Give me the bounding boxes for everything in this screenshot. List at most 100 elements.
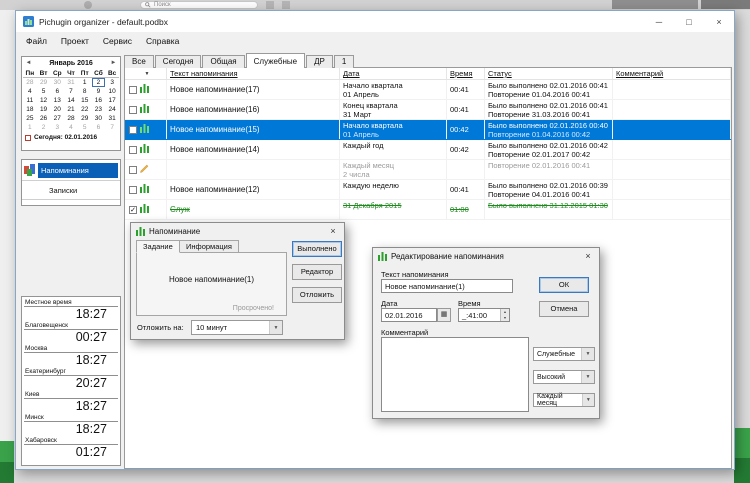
calendar-day[interactable]: 29 <box>78 114 92 123</box>
calendar-day[interactable]: 5 <box>78 123 92 132</box>
reminder-text-input[interactable] <box>381 279 513 293</box>
tab-service[interactable]: Служебные <box>245 53 306 68</box>
table-row[interactable]: Каждый месяц 2 числа Повторение 02.01.20… <box>125 160 731 180</box>
desktop-search-box[interactable]: Поиск <box>140 1 258 9</box>
column-header-text[interactable]: Текст напоминания <box>170 69 238 78</box>
close-icon[interactable]: × <box>325 226 341 236</box>
calendar-day[interactable]: 28 <box>23 78 37 87</box>
column-header-time[interactable]: Время <box>450 69 473 78</box>
repeat-select[interactable]: Каждый месяц ▼ <box>533 393 595 407</box>
tab-1[interactable]: 1 <box>333 55 355 68</box>
calendar-day[interactable]: 22 <box>78 105 92 114</box>
calendar-day[interactable]: 2 <box>37 123 51 132</box>
row-checkbox[interactable] <box>129 125 137 134</box>
calendar-day[interactable]: 9 <box>92 87 106 96</box>
calendar-day[interactable]: 31 <box>105 114 119 123</box>
editor-button[interactable]: Редактор <box>292 264 342 280</box>
calendar-day[interactable]: 14 <box>64 96 78 105</box>
calendar-day[interactable]: 20 <box>50 105 64 114</box>
table-row-selected[interactable]: Новое напоминание(15) Начало квартала 01… <box>125 120 731 140</box>
sort-arrow-icon[interactable]: ▼ <box>145 71 150 77</box>
chevron-down-icon[interactable]: ▼ <box>581 371 594 383</box>
table-row[interactable]: Новое напоминание(17) Начало квартала 01… <box>125 80 731 100</box>
cancel-button[interactable]: Отмена <box>539 301 589 317</box>
table-row[interactable]: Новое напоминание(12) Каждую неделю 00:4… <box>125 180 731 200</box>
menu-project[interactable]: Проект <box>54 36 96 46</box>
dialog-title-bar[interactable]: Напоминание × <box>131 223 344 239</box>
calendar-prev-icon[interactable]: ◄ <box>22 60 35 66</box>
calendar-day[interactable]: 10 <box>105 87 119 96</box>
tab-all[interactable]: Все <box>124 55 154 68</box>
calendar-day[interactable]: 30 <box>92 114 106 123</box>
calendar-day[interactable]: 8 <box>78 87 92 96</box>
calendar-day[interactable]: 3 <box>50 123 64 132</box>
calendar-day[interactable]: 7 <box>105 123 119 132</box>
calendar-today-row[interactable]: Сегодня: 02.01.2016 <box>22 132 120 141</box>
sidebar-item-notes[interactable]: Записки <box>22 181 120 200</box>
calendar-day[interactable]: 21 <box>64 105 78 114</box>
table-row[interactable]: Новое напоминание(16) Конец квартала 31 … <box>125 100 731 120</box>
calendar-day[interactable]: 31 <box>64 78 78 87</box>
close-button[interactable]: × <box>704 11 734 32</box>
calendar-day[interactable]: 12 <box>37 96 51 105</box>
tab-today[interactable]: Сегодня <box>154 55 202 68</box>
calendar-day[interactable]: 23 <box>92 105 106 114</box>
priority-select[interactable]: Высокий ▼ <box>533 370 595 384</box>
calendar-day[interactable]: 11 <box>23 96 37 105</box>
chevron-down-icon[interactable]: ▼ <box>269 321 282 334</box>
minimize-button[interactable]: ─ <box>644 11 674 32</box>
tab-task[interactable]: Задание <box>136 240 180 253</box>
snooze-button[interactable]: Отложить <box>292 287 342 303</box>
column-header-status[interactable]: Статус <box>488 69 512 78</box>
calendar-day[interactable]: 1 <box>78 78 92 87</box>
calendar-day[interactable]: 18 <box>23 105 37 114</box>
calendar-day[interactable]: 19 <box>37 105 51 114</box>
calendar-day[interactable]: 24 <box>105 105 119 114</box>
tab-general[interactable]: Общая <box>202 55 245 68</box>
chevron-down-icon[interactable]: ▼ <box>581 394 594 406</box>
row-checkbox[interactable] <box>129 85 137 94</box>
close-icon[interactable]: × <box>580 251 596 261</box>
tab-dr[interactable]: ДР <box>306 55 333 68</box>
ok-button[interactable]: ОК <box>539 277 589 293</box>
table-row[interactable]: Новое напоминание(14) Каждый год 00:42 Б… <box>125 140 731 160</box>
calendar-day[interactable]: 15 <box>78 96 92 105</box>
category-select[interactable]: Служебные ▼ <box>533 347 595 361</box>
calendar-day[interactable]: 29 <box>37 78 51 87</box>
time-spinner[interactable]: ▲ ▼ <box>500 309 509 321</box>
row-checkbox[interactable] <box>129 105 137 114</box>
maximize-button[interactable]: □ <box>674 11 704 32</box>
row-checkbox-checked[interactable]: ✓ <box>129 205 137 214</box>
calendar-day[interactable]: 4 <box>64 123 78 132</box>
calendar-day[interactable]: 7 <box>64 87 78 96</box>
date-input[interactable] <box>381 308 437 322</box>
title-bar[interactable]: Pichugin organizer - default.podbx ─ □ × <box>16 11 734 32</box>
row-checkbox[interactable] <box>129 185 137 194</box>
row-checkbox[interactable] <box>129 145 137 154</box>
calendar-day[interactable]: 30 <box>50 78 64 87</box>
calendar-day[interactable]: 17 <box>105 96 119 105</box>
calendar-day[interactable]: 5 <box>37 87 51 96</box>
calendar-day[interactable]: 1 <box>23 123 37 132</box>
menu-service[interactable]: Сервис <box>96 36 139 46</box>
table-row-completed[interactable]: ✓ Служ 31 Декабря 2015 01:00 Было выполн… <box>125 200 731 220</box>
calendar-day[interactable]: 26 <box>37 114 51 123</box>
calendar-day[interactable]: 27 <box>50 114 64 123</box>
calendar-day[interactable]: 3 <box>105 78 119 87</box>
calendar-day[interactable]: 13 <box>50 96 64 105</box>
snooze-duration-select[interactable]: 10 минут ▼ <box>191 320 283 335</box>
calendar-day[interactable]: 4 <box>23 87 37 96</box>
done-button[interactable]: Выполнено <box>292 241 342 257</box>
calendar-day[interactable]: 6 <box>50 87 64 96</box>
menu-file[interactable]: Файл <box>19 36 54 46</box>
date-picker-icon[interactable]: ▦ <box>437 308 451 322</box>
row-checkbox[interactable] <box>129 165 137 174</box>
dialog-title-bar[interactable]: Редактирование напоминания × <box>373 248 599 264</box>
calendar-day[interactable]: 16 <box>92 96 106 105</box>
spin-down-icon[interactable]: ▼ <box>501 315 509 321</box>
calendar-day[interactable]: 28 <box>64 114 78 123</box>
column-header-comment[interactable]: Комментарий <box>616 69 663 78</box>
calendar-day[interactable]: 6 <box>92 123 106 132</box>
comment-textarea[interactable] <box>381 337 529 412</box>
chevron-down-icon[interactable]: ▼ <box>581 348 594 360</box>
